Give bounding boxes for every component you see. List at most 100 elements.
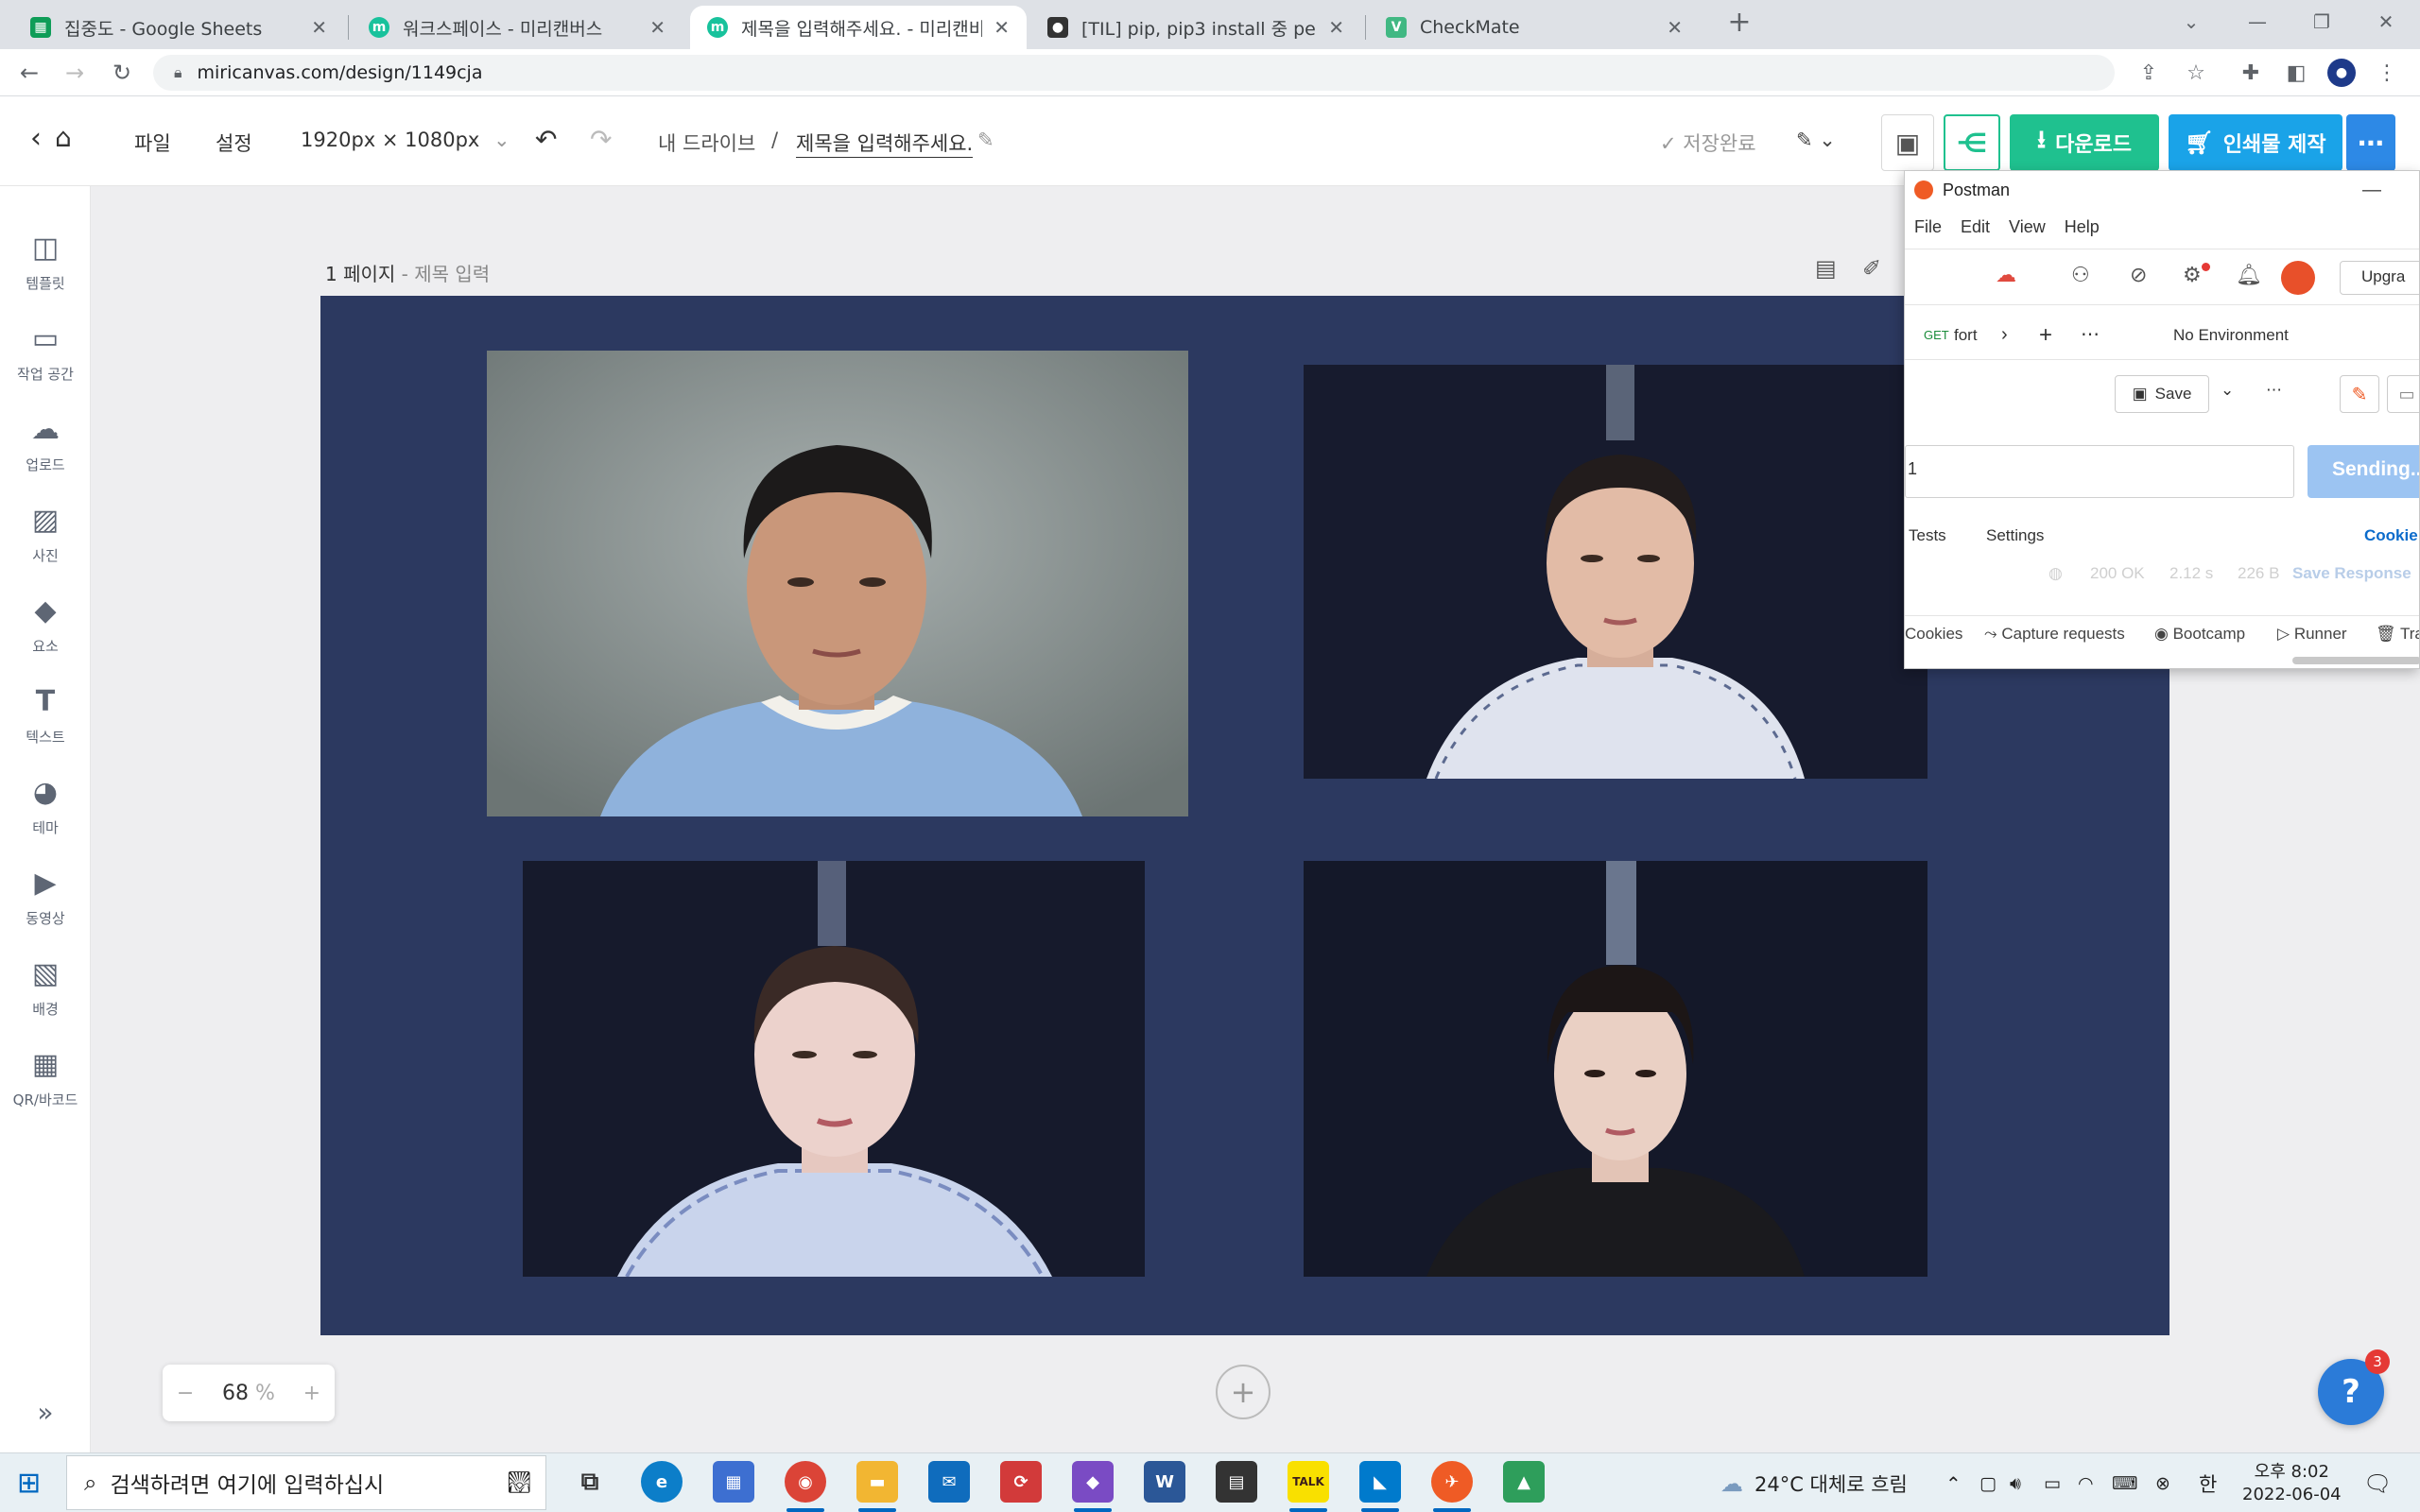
page-label[interactable]: 1 페이지 - 제목 입력 [325, 259, 490, 286]
task-view-icon[interactable]: ⧉ [569, 1461, 611, 1503]
sync-icon[interactable]: ⟳ [1000, 1461, 1042, 1503]
extensions-puzzle-icon[interactable]: ✚ [2237, 59, 2265, 87]
taskbar-search-field[interactable]: ⌕ 검색하려면 여기에 입력하십시 🌄︎ [66, 1455, 546, 1510]
restore-button[interactable]: ❐ [2293, 0, 2350, 43]
tab-search-icon[interactable]: ⌄ [2163, 0, 2220, 43]
kakaotalk-icon[interactable]: TALK [1288, 1461, 1329, 1503]
comment-icon[interactable]: ▭ [2387, 375, 2419, 413]
footer-runner[interactable]: ▷ Runner [2277, 625, 2347, 644]
bookmark-star-icon[interactable]: ☆ [2182, 59, 2210, 87]
save-button[interactable]: ▣ [1881, 114, 1934, 171]
sidebar-item-theme[interactable]: ◕ 테마 [0, 770, 91, 855]
cloud-sync-error-icon[interactable]: ☁ [1996, 263, 2016, 287]
portrait-photo-1[interactable] [487, 351, 1188, 816]
volume-icon[interactable]: 🔊︎ [2010, 1453, 2021, 1512]
share-page-icon[interactable]: ⇪ [2135, 59, 2163, 87]
cookies-link[interactable]: Cookie [2364, 526, 2418, 545]
save-response-button[interactable]: Save Response [2292, 564, 2411, 583]
postman-menu-view[interactable]: View [2009, 217, 2046, 237]
chevron-right-icon[interactable]: › [2001, 324, 2008, 346]
footer-trash[interactable]: 🗑︎ Tra [2376, 625, 2419, 644]
tab-til-pip[interactable]: ● [TIL] pip, pip3 install 중 permiss ✕ [1030, 6, 1361, 49]
new-tab-button[interactable]: + [1711, 0, 1768, 43]
canvas-size-dropdown[interactable]: 1920px × 1080px ⌄ [301, 129, 510, 151]
postman-icon[interactable]: ✈ [1431, 1461, 1473, 1503]
notification-center-icon[interactable]: 🗨︎ [2363, 1453, 2392, 1512]
request-tab[interactable]: fort [1954, 326, 1978, 345]
sidebar-item-template[interactable]: ◫ 템플릿 [0, 226, 91, 311]
ime-indicator[interactable]: 한 [2199, 1453, 2217, 1512]
request-url-input[interactable]: 1 [1905, 445, 2294, 498]
redo-icon[interactable]: ↷ [590, 124, 612, 155]
weather-widget[interactable]: ☁ 24°C 대체로 흐림 [1720, 1453, 1908, 1512]
store-icon[interactable]: ▦ [713, 1461, 754, 1503]
close-icon[interactable]: ✕ [1667, 16, 1683, 39]
bell-icon[interactable]: 🔔︎ [2236, 263, 2262, 287]
close-icon[interactable]: ✕ [1328, 16, 1344, 39]
sidebar-item-qr[interactable]: ▦ QR/바코드 [0, 1042, 91, 1127]
close-icon[interactable]: ✕ [649, 16, 666, 39]
document-title[interactable]: 제목을 입력해주세요. [796, 129, 974, 158]
sidebar-item-workspace[interactable]: ▭ 작업 공간 [0, 317, 91, 402]
browser-menu-icon[interactable]: ⋮ [2373, 59, 2401, 87]
sidebar-item-upload[interactable]: ☁ 업로드 [0, 407, 91, 492]
footer-bootcamp[interactable]: ◉ Bootcamp [2154, 625, 2245, 644]
pencil-icon[interactable]: ✎ [977, 129, 994, 151]
reload-icon[interactable]: ↻ [106, 57, 138, 89]
tab-design-active[interactable]: m 제목을 입력해주세요. - 미리캔비 ✕ [690, 6, 1027, 49]
tab-settings[interactable]: Settings [1986, 526, 2044, 545]
sidebar-item-video[interactable]: ▶ 동영상 [0, 861, 91, 946]
clock[interactable]: 오후 8:02 2022-06-04 [2242, 1453, 2342, 1512]
upgrade-button[interactable]: Upgra [2340, 261, 2419, 295]
tab-checkmate[interactable]: V CheckMate ✕ [1369, 6, 1700, 49]
mail-icon[interactable]: ✉ [928, 1461, 970, 1503]
print-order-button[interactable]: 🛒︎ 인쇄물 제작 [2169, 114, 2342, 171]
minimize-button[interactable]: — [2229, 0, 2286, 43]
add-page-button[interactable]: + [1216, 1365, 1270, 1419]
file-explorer-icon[interactable]: ▬ [856, 1461, 898, 1503]
sidebar-item-background[interactable]: ▧ 배경 [0, 952, 91, 1037]
tab-google-sheets[interactable]: ▦ 집중도 - Google Sheets ✕ [13, 6, 344, 49]
battery-icon[interactable]: ▭ [2044, 1453, 2061, 1512]
menu-settings[interactable]: 설정 [216, 129, 252, 157]
tab-options-icon[interactable]: ⋯ [2081, 322, 2100, 346]
tab-tests[interactable]: Tests [1909, 526, 1946, 545]
zoom-in-button[interactable]: + [303, 1382, 320, 1405]
tab-workspace[interactable]: m 워크스페이스 - 미리캔버스 ✕ [352, 6, 683, 49]
postman-minimize-button[interactable]: — [2362, 180, 2381, 201]
visual-studio-icon[interactable]: ◆ [1072, 1461, 1114, 1503]
sticky-notes-icon[interactable]: ▤ [1216, 1461, 1257, 1503]
chrome-icon[interactable]: ◉ [785, 1461, 826, 1503]
zoom-out-button[interactable]: − [177, 1382, 194, 1405]
word-icon[interactable]: W [1144, 1461, 1185, 1503]
download-button[interactable]: ⭳ 다운로드 [2010, 114, 2159, 171]
wifi-icon[interactable]: ◠ [2078, 1453, 2094, 1512]
close-icon[interactable]: ✕ [994, 16, 1010, 39]
send-button[interactable]: Sending... [2308, 445, 2419, 498]
sidebar-item-elements[interactable]: ◆ 요소 [0, 589, 91, 674]
edge-icon[interactable]: e [641, 1461, 683, 1503]
edit-pencil-icon[interactable]: ✎ [2340, 375, 2379, 413]
environment-select[interactable]: No Environment [2173, 326, 2289, 345]
design-page[interactable] [320, 296, 2169, 1335]
zoom-value[interactable]: 68 % [222, 1382, 275, 1405]
side-panel-icon[interactable]: ◧ [2282, 59, 2310, 87]
close-window-button[interactable]: ✕ [2358, 0, 2414, 43]
portrait-photo-3[interactable] [523, 861, 1145, 1277]
draw-tool-dropdown[interactable]: ✎ ⌄ [1796, 129, 1836, 151]
back-arrow-icon[interactable]: ← [13, 57, 45, 89]
footer-capture-requests[interactable]: ⤳ Capture requests [1984, 625, 2125, 644]
url-field[interactable]: 🔒︎ miricanvas.com/design/1149cja [153, 55, 2115, 91]
portrait-photo-2[interactable] [1304, 365, 1927, 779]
more-options-button[interactable]: ⋯ [2346, 114, 2395, 171]
new-tab-plus-icon[interactable]: + [2039, 322, 2052, 349]
menu-file[interactable]: 파일 [134, 129, 171, 157]
keyboard-icon[interactable]: ⌨ [2112, 1453, 2137, 1512]
postman-menu-edit[interactable]: Edit [1961, 217, 1990, 237]
horizontal-scrollbar[interactable] [2292, 657, 2419, 664]
profile-avatar[interactable]: ● [2327, 59, 2356, 87]
show-hidden-icons[interactable]: ⌃ [1945, 1453, 1962, 1512]
camera-icon[interactable]: ▢ [1979, 1453, 1996, 1512]
home-icon[interactable]: ⌂ [55, 122, 72, 153]
windows-start-icon[interactable]: ⊞ [17, 1467, 41, 1500]
